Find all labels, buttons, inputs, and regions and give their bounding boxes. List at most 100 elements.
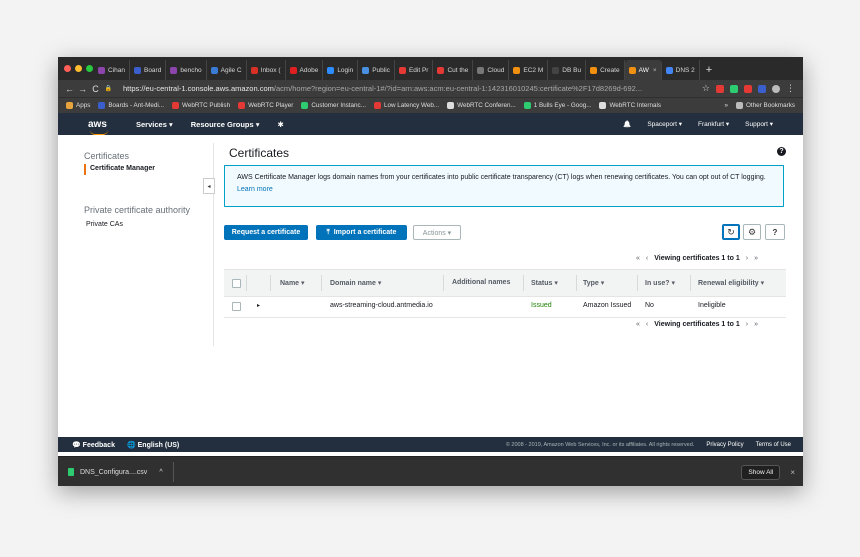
settings-gear-icon[interactable]: ⚙ bbox=[743, 224, 761, 240]
close-icon[interactable]: × bbox=[790, 468, 795, 477]
table-row[interactable]: ▸ aws-streaming-cloud.antmedia.io Issued… bbox=[224, 295, 786, 318]
first-page-button[interactable]: « bbox=[636, 321, 640, 328]
show-all-button[interactable]: Show All bbox=[741, 464, 781, 480]
language-selector[interactable]: 🌐 English (US) bbox=[127, 441, 179, 449]
bookmark-item[interactable]: WebRTC Internals bbox=[599, 102, 661, 109]
support-menu[interactable]: Support ▾ bbox=[745, 120, 773, 128]
browser-tab[interactable]: Agile C bbox=[207, 60, 247, 80]
url-field[interactable]: https://eu-central-1.console.aws.amazon.… bbox=[123, 84, 673, 93]
column-divider bbox=[523, 275, 524, 291]
bookmark-item[interactable]: WebRTC Conferen... bbox=[447, 102, 516, 109]
other-bookmarks-folder[interactable]: Other Bookmarks bbox=[736, 102, 795, 109]
browser-tab[interactable]: Board bbox=[130, 60, 167, 80]
column-header-type[interactable]: Type ▾ bbox=[583, 279, 604, 287]
close-window-button[interactable] bbox=[64, 65, 71, 72]
expand-row-icon[interactable]: ▸ bbox=[257, 302, 260, 309]
services-menu[interactable]: Services ▾ bbox=[136, 120, 173, 129]
chevron-up-icon[interactable]: ^ bbox=[159, 469, 162, 476]
bookmark-item[interactable]: Low Latency Web... bbox=[373, 102, 439, 109]
actions-dropdown[interactable]: Actions ▾ bbox=[413, 225, 461, 240]
browser-menu-icon[interactable]: ⋮ bbox=[786, 83, 795, 94]
back-button[interactable]: ← bbox=[63, 84, 76, 94]
browser-tab[interactable]: Login bbox=[323, 60, 359, 80]
pin-icon[interactable]: ✱ bbox=[278, 120, 284, 129]
bell-icon[interactable]: 🔔 bbox=[623, 120, 631, 128]
help-icon[interactable]: ? bbox=[777, 147, 786, 156]
column-header-in-use[interactable]: In use? ▾ bbox=[645, 279, 675, 287]
first-page-button[interactable]: « bbox=[636, 255, 640, 262]
file-icon bbox=[68, 468, 74, 476]
privacy-policy-link[interactable]: Privacy Policy bbox=[706, 442, 743, 448]
region-menu[interactable]: Frankfurt ▾ bbox=[698, 120, 729, 128]
column-header-status[interactable]: Status ▾ bbox=[531, 279, 558, 287]
extension-icon[interactable] bbox=[744, 84, 752, 93]
sort-icon: ▾ bbox=[377, 280, 382, 287]
browser-tab[interactable]: Adobe bbox=[286, 60, 324, 80]
extension-icon[interactable] bbox=[758, 84, 766, 93]
next-page-button[interactable]: › bbox=[746, 321, 748, 328]
browser-tab[interactable]: DNS 2 bbox=[662, 60, 700, 80]
browser-tab[interactable]: Public bbox=[358, 60, 395, 80]
bookmark-item[interactable]: Boards - Ant-Medi... bbox=[98, 102, 164, 109]
minimize-window-button[interactable] bbox=[75, 65, 82, 72]
bookmark-star-icon[interactable]: ☆ bbox=[702, 83, 710, 94]
resource-groups-menu[interactable]: Resource Groups ▾ bbox=[191, 120, 260, 129]
prev-page-button[interactable]: ‹ bbox=[646, 321, 648, 328]
tab-favicon-icon bbox=[513, 66, 521, 74]
tab-favicon-icon bbox=[552, 66, 560, 74]
bookmark-label: WebRTC Internals bbox=[609, 102, 662, 109]
new-tab-button[interactable]: + bbox=[700, 60, 718, 80]
sidebar-item-certificate-manager[interactable]: Certificate Manager bbox=[90, 165, 155, 172]
bookmark-item[interactable]: WebRTC Player bbox=[238, 102, 293, 109]
browser-tab[interactable]: Inbox ( bbox=[247, 60, 286, 80]
row-checkbox[interactable] bbox=[232, 302, 241, 311]
download-item[interactable]: DNS_Configura....csv ^ bbox=[68, 462, 174, 482]
browser-tab[interactable]: Cihan bbox=[94, 60, 130, 80]
browser-tab[interactable]: bencho bbox=[166, 60, 207, 80]
close-tab-icon[interactable]: × bbox=[653, 67, 657, 74]
sidebar-item-private-cas[interactable]: Private CAs bbox=[86, 221, 123, 228]
browser-tab[interactable]: EC2 M bbox=[509, 60, 549, 80]
extension-icon[interactable] bbox=[716, 84, 724, 93]
import-certificate-button[interactable]: ⤒ Import a certificate bbox=[316, 225, 407, 240]
next-page-button[interactable]: › bbox=[746, 255, 748, 262]
help-icon[interactable]: ? bbox=[765, 224, 785, 240]
aws-nav-bar: aws Services ▾ Resource Groups ▾ ✱ 🔔 Spa… bbox=[58, 113, 803, 135]
maximize-window-button[interactable] bbox=[86, 65, 93, 72]
feedback-button[interactable]: 💬 Feedback bbox=[72, 441, 115, 449]
browser-tab[interactable]: Cut the bbox=[433, 60, 474, 80]
profile-avatar[interactable] bbox=[772, 84, 780, 93]
browser-tab[interactable]: AW × bbox=[624, 60, 662, 80]
sort-icon: ▾ bbox=[760, 280, 765, 287]
bookmark-item[interactable]: Apps bbox=[66, 102, 90, 109]
prev-page-button[interactable]: ‹ bbox=[646, 255, 648, 262]
more-bookmarks-button[interactable]: » bbox=[724, 102, 728, 109]
column-header-domain[interactable]: Domain name ▾ bbox=[330, 279, 381, 287]
select-all-checkbox[interactable] bbox=[232, 279, 241, 288]
sidebar-heading-certificates[interactable]: Certificates bbox=[84, 151, 129, 161]
collapse-sidebar-button[interactable]: ◂ bbox=[203, 178, 215, 194]
bookmark-item[interactable]: WebRTC Publish bbox=[172, 102, 230, 109]
reload-button[interactable]: C bbox=[89, 84, 102, 94]
account-menu[interactable]: Spaceport ▾ bbox=[647, 120, 682, 128]
last-page-button[interactable]: » bbox=[754, 321, 758, 328]
terms-of-use-link[interactable]: Terms of Use bbox=[756, 442, 791, 448]
browser-tab[interactable]: Cloud bbox=[473, 60, 510, 80]
last-page-button[interactable]: » bbox=[754, 255, 758, 262]
bookmark-favicon-icon bbox=[98, 102, 106, 109]
browser-tab[interactable]: DB Bu bbox=[548, 60, 587, 80]
learn-more-link[interactable]: Learn more bbox=[237, 186, 273, 193]
request-certificate-button[interactable]: Request a certificate bbox=[224, 225, 308, 240]
sidebar-heading-private-ca[interactable]: Private certificate authority bbox=[84, 205, 190, 215]
bookmark-item[interactable]: Customer Instanc... bbox=[301, 102, 366, 109]
browser-tabs: Cihan Board bencho Agile C Inbox (Adobe Login… bbox=[94, 60, 718, 80]
forward-button[interactable]: → bbox=[76, 84, 89, 94]
aws-logo[interactable]: aws bbox=[88, 119, 118, 135]
column-header-name[interactable]: Name ▾ bbox=[280, 279, 305, 287]
bookmark-item[interactable]: 1 Bulls Eye - Goog... bbox=[523, 102, 591, 109]
browser-tab[interactable]: Edit Pr bbox=[395, 60, 434, 80]
extension-icon[interactable] bbox=[730, 84, 738, 93]
refresh-icon[interactable]: ↻ bbox=[722, 224, 740, 240]
browser-tab[interactable]: Create bbox=[586, 60, 625, 80]
column-header-renewal[interactable]: Renewal eligibility ▾ bbox=[698, 279, 764, 287]
